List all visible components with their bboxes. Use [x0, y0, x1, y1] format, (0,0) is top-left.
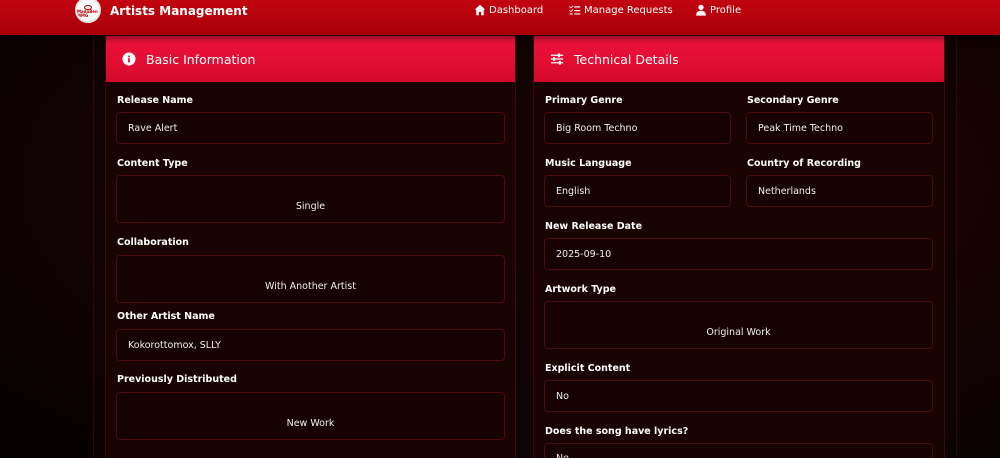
nav-manage-requests-link[interactable]: Manage Requests [569, 4, 673, 16]
logo-text: MadaBen MMG [77, 9, 98, 18]
previously-distributed-label: Previously Distributed [117, 374, 237, 385]
brand-logo[interactable]: MadaBen MMG [75, 0, 101, 23]
basic-information-header: Basic Information [106, 36, 515, 82]
technical-details-header: Technical Details [534, 36, 944, 82]
release-name-field[interactable]: Rave Alert [116, 112, 505, 144]
collaboration-field[interactable]: With Another Artist [116, 255, 505, 303]
new-release-date-field[interactable]: 2025-09-10 [544, 238, 933, 270]
new-release-date-label: New Release Date [545, 221, 643, 232]
content-type-field[interactable]: Single [116, 175, 505, 223]
home-icon [474, 4, 486, 16]
music-language-field[interactable]: English [544, 175, 731, 207]
other-artist-name-label: Other Artist Name [117, 311, 215, 322]
basic-information-title: Basic Information [146, 51, 256, 67]
previously-distributed-field[interactable]: New Work [116, 392, 505, 440]
nav-dashboard-label: Dashboard [489, 4, 544, 16]
explicit-content-label: Explicit Content [545, 363, 631, 374]
list-check-icon [569, 5, 581, 15]
lyrics-field[interactable]: No [544, 443, 933, 458]
nav-dashboard-link[interactable]: Dashboard [474, 4, 543, 16]
brand-title[interactable]: Artists Management [110, 4, 248, 18]
music-language-label: Music Language [545, 158, 632, 169]
secondary-genre-field[interactable]: Peak Time Techno [746, 112, 933, 144]
sliders-icon [550, 53, 564, 65]
artwork-type-field[interactable]: Original Work [544, 301, 933, 349]
explicit-content-field[interactable]: No [544, 380, 933, 412]
country-of-recording-label: Country of Recording [747, 158, 861, 169]
country-of-recording-field[interactable]: Netherlands [746, 175, 933, 207]
top-navbar: MadaBen MMG Artists Management Dashboard… [0, 0, 1000, 35]
technical-details-title: Technical Details [574, 51, 679, 67]
lyrics-label: Does the song have lyrics? [545, 426, 689, 437]
secondary-genre-label: Secondary Genre [747, 95, 839, 106]
primary-genre-field[interactable]: Big Room Techno [544, 112, 731, 144]
release-name-label: Release Name [117, 95, 193, 106]
content-type-label: Content Type [117, 158, 188, 169]
other-artist-name-field[interactable]: Kokorottomox, SLLY [116, 329, 505, 361]
nav-manage-requests-label: Manage Requests [584, 4, 673, 16]
nav-profile-label: Profile [710, 4, 742, 16]
info-circle-icon [122, 52, 136, 66]
nav-profile-link[interactable]: Profile [695, 4, 741, 16]
artwork-type-label: Artwork Type [545, 284, 616, 295]
collaboration-label: Collaboration [117, 237, 189, 248]
primary-genre-label: Primary Genre [545, 95, 623, 106]
user-icon [696, 4, 706, 16]
